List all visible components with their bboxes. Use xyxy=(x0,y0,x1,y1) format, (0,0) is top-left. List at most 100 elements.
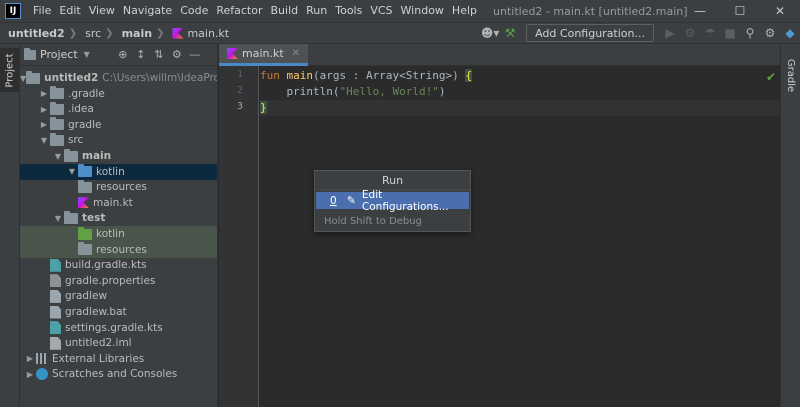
tree-item-resources[interactable]: resources xyxy=(20,179,217,195)
breadcrumb-file[interactable]: main.kt xyxy=(164,27,229,40)
menu-file[interactable]: File xyxy=(29,0,55,22)
chevron-right-icon[interactable]: ▶ xyxy=(38,120,50,129)
tree-item-gradle-properties[interactable]: gradle.properties xyxy=(20,273,217,289)
debug-icon[interactable]: ⚙ xyxy=(680,23,700,43)
close-icon[interactable]: ✕ xyxy=(292,48,300,59)
kotlin-file-icon xyxy=(172,27,184,39)
tree-item-settings-gradle-kts[interactable]: settings.gradle.kts xyxy=(20,320,217,336)
project-tool-button[interactable]: Project xyxy=(0,48,20,92)
current-line-highlight xyxy=(260,100,780,116)
stop-icon[interactable]: ■ xyxy=(720,23,740,43)
tree-item-gradle[interactable]: ▶ gradle xyxy=(20,117,217,133)
edit-configurations-item[interactable]: 0 ✎ Edit Configurations... xyxy=(316,189,469,213)
chevron-right-icon[interactable]: ▶ xyxy=(24,370,36,379)
expand-all-icon[interactable]: ↕ xyxy=(132,46,150,64)
folder-icon xyxy=(26,70,41,84)
menu-window[interactable]: Window xyxy=(397,0,448,22)
gear-icon[interactable]: ⚙ xyxy=(760,23,780,43)
intellij-logo-icon[interactable]: IJ xyxy=(5,3,21,19)
file-icon xyxy=(50,289,61,303)
tree-item-test[interactable]: ▼ test xyxy=(20,210,217,226)
tree-item-untitled2[interactable]: ▼untitled2C:\Users\willm\IdeaProjects\u xyxy=(20,70,217,86)
title-bar: IJ File Edit View Navigate Code Refactor Build… xyxy=(0,0,800,22)
run-icon[interactable]: ▶ xyxy=(660,23,680,43)
tree-item-label: gradlew.bat xyxy=(65,306,127,318)
tree-item-resources[interactable]: resources xyxy=(20,241,217,258)
menu-run[interactable]: Run xyxy=(302,0,331,22)
folder-blue-icon xyxy=(78,164,92,178)
tree-item-build-gradle-kts[interactable]: build.gradle.kts xyxy=(20,257,217,273)
tree-item-label: src xyxy=(68,134,84,147)
tree-item-label: build.gradle.kts xyxy=(65,259,147,272)
tree-item-label: settings.gradle.kts xyxy=(65,321,163,334)
locate-icon[interactable]: ⊕ xyxy=(114,46,132,64)
tree-item-label: untitled2 xyxy=(44,72,99,84)
chevron-down-icon[interactable]: ▼ xyxy=(52,152,64,161)
tree-item-gradlew[interactable]: gradlew xyxy=(20,288,217,304)
menu-edit[interactable]: Edit xyxy=(55,0,84,22)
maximize-icon[interactable]: ☐ xyxy=(720,0,760,22)
menu-build[interactable]: Build xyxy=(267,0,303,22)
left-tool-strip: Project xyxy=(0,44,20,407)
add-configuration-button[interactable]: Add Configuration... xyxy=(526,24,654,42)
project-path-hint: C:\Users\willm\IdeaProjects\u xyxy=(102,72,217,84)
edit-configurations-label: Edit Configurations... xyxy=(361,188,449,213)
menu-tools[interactable]: Tools xyxy=(331,0,366,22)
chevron-right-icon[interactable]: ▶ xyxy=(38,105,50,114)
editor-gutter: 1 2 3 xyxy=(219,66,259,407)
no-problems-check-icon[interactable]: ✔ xyxy=(766,70,776,84)
kotlin-file-icon xyxy=(78,197,89,209)
tree-item-main[interactable]: ▼ main xyxy=(20,148,217,164)
tree-item-idea[interactable]: ▶ .idea xyxy=(20,101,217,117)
tree-item-gradle[interactable]: ▶ .gradle xyxy=(20,86,217,102)
tree-item-label: gradle xyxy=(68,118,102,131)
folder-icon xyxy=(64,148,78,162)
hide-icon[interactable]: — xyxy=(186,46,204,64)
chevron-down-icon[interactable]: ▼ xyxy=(66,167,78,176)
minimize-icon[interactable]: — xyxy=(680,0,720,22)
kotlin-file-icon xyxy=(227,48,238,59)
tree-item-main-kt[interactable]: main.kt xyxy=(20,195,217,211)
user-icon[interactable]: ☻▾ xyxy=(480,23,500,43)
tree-item-label: .gradle xyxy=(68,87,105,100)
gradle-tool-button[interactable]: Gradle xyxy=(781,50,800,100)
tree-item-src[interactable]: ▼ src xyxy=(20,132,217,148)
menu-navigate[interactable]: Navigate xyxy=(119,0,176,22)
coverage-icon[interactable]: ☂ xyxy=(700,23,720,43)
folder-green-icon xyxy=(78,226,92,240)
close-icon[interactable]: ✕ xyxy=(760,0,800,22)
tree-item-label: resources xyxy=(96,243,147,256)
hammer-icon[interactable]: ⚒ xyxy=(500,23,520,43)
tree-item-gradlew-bat[interactable]: gradlew.bat xyxy=(20,304,217,320)
menu-vcs[interactable]: VCS xyxy=(366,0,396,22)
chevron-right-icon[interactable]: ▶ xyxy=(24,354,36,363)
toolbox-icon[interactable]: ◆ xyxy=(780,23,800,43)
breadcrumb-main[interactable]: main ❯ xyxy=(114,27,165,40)
menu-refactor[interactable]: Refactor xyxy=(212,0,266,22)
chevron-down-icon[interactable]: ▼ xyxy=(84,50,90,59)
chevron-down-icon[interactable]: ▼ xyxy=(38,136,50,145)
project-panel: Project ▼ ⊕ ↕ ⇅ ⚙ — ▼ untitled2 C:\Users\w… xyxy=(20,44,218,407)
search-icon[interactable]: ⚲ xyxy=(740,23,760,43)
project-view-selector[interactable]: Project xyxy=(40,48,78,61)
breadcrumb-project[interactable]: untitled2 ❯ xyxy=(0,27,77,40)
chevron-right-icon[interactable]: ▶ xyxy=(38,89,50,98)
code-editor[interactable]: fun main(args : Array<String>) { println… xyxy=(260,66,780,407)
menu-help[interactable]: Help xyxy=(448,0,481,22)
folder-res-icon xyxy=(78,179,92,193)
gear-icon[interactable]: ⚙ xyxy=(168,46,186,64)
collapse-all-icon[interactable]: ⇅ xyxy=(150,46,168,64)
menu-code[interactable]: Code xyxy=(176,0,212,22)
tree-item-scratches-and-consoles[interactable]: ▶ Scratches and Consoles xyxy=(20,366,217,382)
tab-main-kt[interactable]: main.kt ✕ xyxy=(219,44,309,66)
tree-item-kotlin[interactable]: kotlin xyxy=(20,226,217,242)
breadcrumb-src[interactable]: src ❯ xyxy=(77,27,113,40)
tree-item-untitled2-iml[interactable]: untitled2.iml xyxy=(20,335,217,351)
chevron-down-icon[interactable]: ▼ xyxy=(52,214,64,223)
tree-item-label: Scratches and Consoles xyxy=(52,368,178,381)
tree-item-external-libraries[interactable]: ▶ External Libraries xyxy=(20,351,217,367)
menu-view[interactable]: View xyxy=(85,0,119,22)
tree-item-label: resources xyxy=(96,181,147,194)
tab-label: main.kt xyxy=(242,47,284,60)
tree-item-kotlin[interactable]: ▼ kotlin xyxy=(20,163,217,180)
